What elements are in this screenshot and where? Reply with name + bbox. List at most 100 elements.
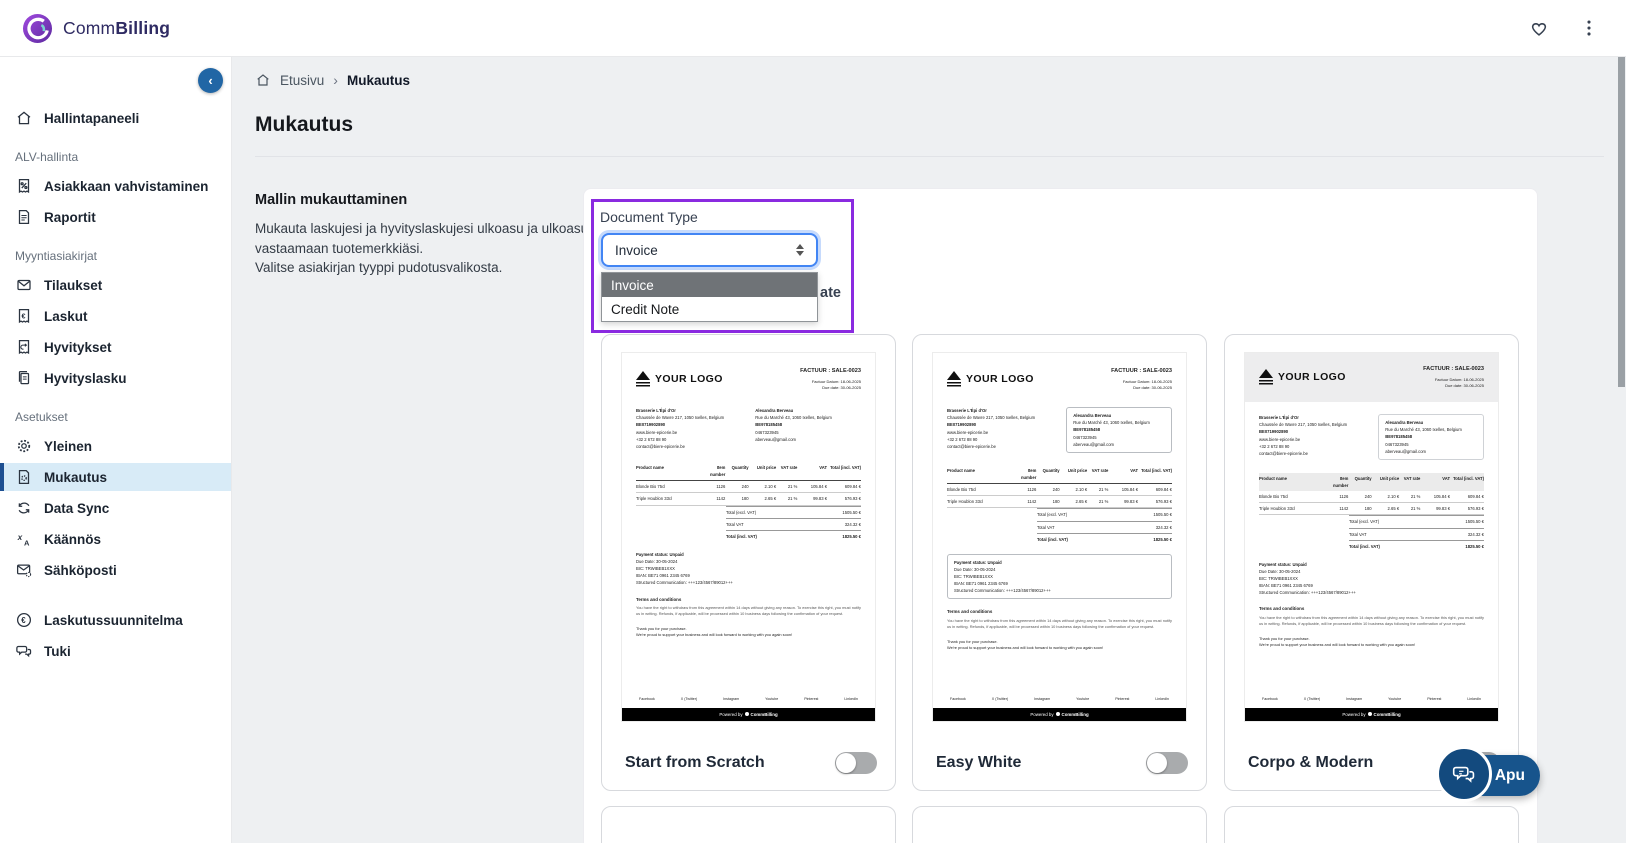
invoice-number: FACTUUR : SALE-0023: [1423, 365, 1484, 375]
chat-bubbles-icon[interactable]: [1436, 746, 1492, 802]
sidebar-item-tilaukset[interactable]: Tilaukset: [0, 271, 231, 299]
template-toggle[interactable]: [835, 752, 877, 774]
top-bar: CommBilling: [0, 0, 1626, 57]
sidebar-item-kaannos[interactable]: xA Käännös: [0, 525, 231, 553]
template-section-heading-partial: ate: [820, 285, 841, 301]
sidebar-item-label: Tuki: [44, 644, 71, 659]
page-title: Mukautus: [255, 113, 353, 137]
invoice-powered-by-bar: Powered byCommBilling: [933, 708, 1186, 721]
invoice-thanks: Thank you for your purchase.We're proud …: [636, 626, 861, 639]
up-down-arrows-icon: [796, 244, 804, 256]
top-actions: [1528, 17, 1600, 39]
template-card-partial[interactable]: [1224, 806, 1519, 843]
option-credit-note[interactable]: Credit Note: [602, 297, 817, 321]
home-icon: [255, 72, 271, 88]
invoice-number: FACTUUR : SALE-0023: [1111, 367, 1172, 377]
template-toggle[interactable]: [1146, 752, 1188, 774]
intro-line1: Mukauta laskujesi ja hyvityslaskujesi ul…: [255, 219, 595, 258]
invoice-number: FACTUUR : SALE-0023: [800, 367, 861, 377]
sidebar-item-label: Hyvityslasku: [44, 371, 127, 386]
brand-prefix: Comm: [63, 18, 115, 38]
template-name: Easy White: [936, 754, 1021, 772]
invoice-logo-text: YOUR LOGO: [966, 371, 1034, 389]
gear-icon: [15, 437, 33, 455]
mail-gear-icon: [15, 561, 33, 579]
sidebar-item-tuki[interactable]: Tuki: [0, 637, 231, 665]
sidebar-item-sahkoposti[interactable]: Sähköposti: [0, 556, 231, 584]
receipt-percent-icon: [15, 177, 33, 195]
sidebar-item-label: Asiakkaan vahvistaminen: [44, 179, 208, 194]
sidebar-item-hyvitykset[interactable]: Hyvitykset: [0, 333, 231, 361]
intro-heading: Mallin mukauttaminen: [255, 192, 595, 208]
invoice-header: YOUR LOGO FACTUUR : SALE-0023 Factuur Da…: [636, 367, 861, 392]
invoice-header: YOUR LOGO FACTUUR : SALE-0023 Factuur Da…: [1245, 353, 1498, 402]
invoice-payment-info: Payment status: UnpaidDue Date: 30-05-20…: [1259, 561, 1484, 597]
intro-block: Mallin mukauttaminen Mukauta laskujesi j…: [255, 192, 595, 278]
invoice-thanks: Thank you for your purchase.We're proud …: [1259, 636, 1484, 649]
commbilling-logo-icon: [22, 13, 53, 44]
sidebar-item-hallintapaneeli[interactable]: Hallintapaneeli: [0, 104, 231, 132]
heart-icon[interactable]: [1528, 17, 1550, 39]
sidebar-item-label: Laskut: [44, 309, 88, 324]
main-content: Etusivu › Mukautus Mukautus Mallin mukau…: [232, 57, 1626, 843]
translate-icon: xA: [15, 530, 33, 548]
sidebar-section-label: ALV-hallinta: [0, 135, 231, 169]
invoice-terms: Terms and conditionsYou have the right t…: [1259, 605, 1484, 626]
sidebar: ‹ Hallintapaneeli ALV-hallinta Asiakkaan…: [0, 57, 232, 843]
envelope-icon: [15, 276, 33, 294]
invoice-table: Product nameItem numberQuantityUnit pric…: [947, 466, 1172, 545]
app-root: CommBilling ‹ Hallintapaneeli ALV-hallin…: [0, 0, 1626, 843]
template-card-start-from-scratch[interactable]: YOUR LOGO FACTUUR : SALE-0023 Factuur Da…: [601, 334, 896, 791]
template-card-partial[interactable]: [912, 806, 1207, 843]
sidebar-item-label: Hallintapaneeli: [44, 111, 139, 126]
help-button[interactable]: Apu: [1444, 752, 1540, 798]
brand-suffix: Billing: [115, 18, 170, 38]
sidebar-item-laskut[interactable]: € Laskut: [0, 302, 231, 330]
sidebar-item-data-sync[interactable]: Data Sync: [0, 494, 231, 522]
sidebar-item-mukautus[interactable]: Mukautus: [0, 463, 231, 491]
invoice-totals: Total (excl. VAT)1505.50 €Total VAT324.3…: [1037, 508, 1172, 544]
template-card-corpo-modern[interactable]: YOUR LOGO FACTUUR : SALE-0023 Factuur Da…: [1224, 334, 1519, 791]
invoice-totals: Total (excl. VAT)1505.50 €Total VAT324.3…: [726, 506, 861, 542]
template-card-footer: Start from Scratch: [625, 752, 877, 774]
sidebar-gap: [0, 587, 231, 603]
brand-text: CommBilling: [63, 18, 170, 39]
invoice-social-links: FacebookX (Twitter)InstagramYoutubePinte…: [636, 696, 861, 707]
sidebar-item-label: Sähköposti: [44, 563, 117, 578]
breadcrumb-home[interactable]: Etusivu: [280, 73, 324, 88]
invoice-preview: YOUR LOGO FACTUUR : SALE-0023 Factuur Da…: [1245, 353, 1498, 721]
document-type-label: Document Type: [600, 209, 698, 225]
template-card-partial[interactable]: [601, 806, 896, 843]
document-icon: [15, 208, 33, 226]
sidebar-item-label: Hyvitykset: [44, 340, 112, 355]
invoice-social-links: FacebookX (Twitter)InstagramYoutubePinte…: [947, 696, 1172, 707]
document-type-select[interactable]: Invoice: [601, 233, 818, 267]
breadcrumb-separator: ›: [333, 72, 338, 88]
template-card-easy-white[interactable]: YOUR LOGO FACTUUR : SALE-0023 Factuur Da…: [912, 334, 1207, 791]
invoice-table: Product nameItem numberQuantityUnit pric…: [636, 463, 861, 542]
invoice-logo-text: YOUR LOGO: [655, 371, 723, 389]
invoice-powered-by-bar: Powered byCommBilling: [622, 708, 875, 721]
sidebar-item-asiakkaan-vahvistaminen[interactable]: Asiakkaan vahvistaminen: [0, 172, 231, 200]
vertical-scrollbar[interactable]: [1618, 57, 1625, 387]
triangle-logo-icon: [1259, 369, 1273, 386]
option-invoice[interactable]: Invoice: [602, 273, 817, 297]
invoice-table-row: Triple Houblon 33cl11421802.65 €21 %99.8…: [1259, 503, 1484, 515]
kebab-menu-icon[interactable]: [1578, 17, 1600, 39]
document-gear-icon: [15, 468, 33, 486]
document-type-value: Invoice: [615, 243, 658, 258]
sidebar-item-hyvityslasku[interactable]: Hyvityslasku: [0, 364, 231, 392]
invoice-preview: YOUR LOGO FACTUUR : SALE-0023 Factuur Da…: [622, 353, 875, 721]
help-button-label: Apu: [1495, 767, 1525, 785]
svg-text:€: €: [22, 312, 26, 320]
breadcrumb: Etusivu › Mukautus: [255, 72, 410, 88]
invoice-table-row: Blonde Bio 75cl11262402.10 €21 %105.84 €…: [947, 484, 1172, 496]
sidebar-item-yleinen[interactable]: Yleinen: [0, 432, 231, 460]
euro-circle-icon: €: [15, 611, 33, 629]
breadcrumb-current: Mukautus: [347, 73, 410, 88]
sidebar-nav: Hallintapaneeli ALV-hallinta Asiakkaan v…: [0, 104, 231, 665]
sidebar-item-laskutussuunnitelma[interactable]: € Laskutussuunnitelma: [0, 606, 231, 634]
sidebar-collapse-button[interactable]: ‹: [198, 68, 223, 93]
invoice-logo: YOUR LOGO: [947, 367, 1034, 392]
sidebar-item-raportit[interactable]: Raportit: [0, 203, 231, 231]
